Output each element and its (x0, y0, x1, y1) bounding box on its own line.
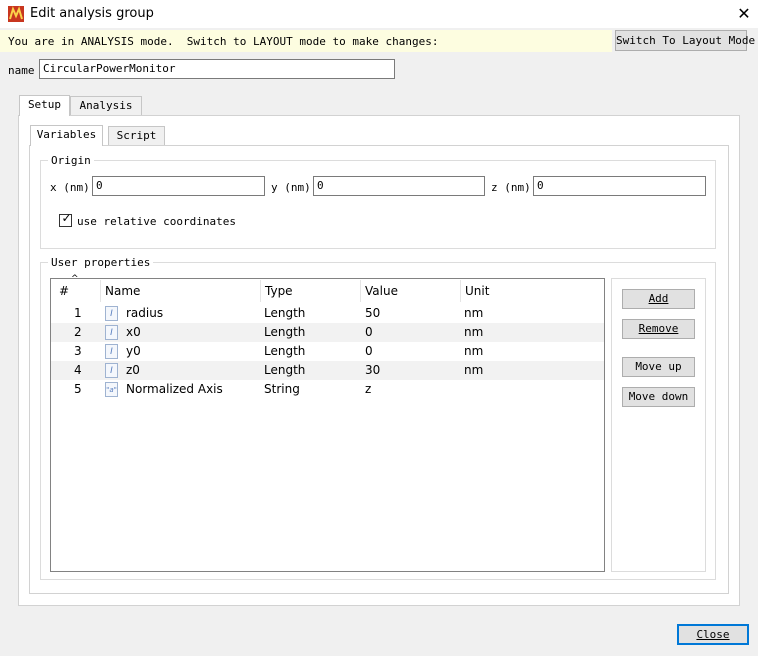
column-header-name[interactable]: Name (105, 284, 140, 298)
row-unit[interactable]: nm (464, 304, 483, 323)
column-divider[interactable] (100, 280, 101, 302)
column-divider[interactable] (460, 280, 461, 302)
row-unit[interactable]: nm (464, 342, 483, 361)
name-input[interactable]: CircularPowerMonitor (39, 59, 395, 79)
tab-setup[interactable]: Setup (19, 95, 70, 116)
switch-to-layout-button[interactable]: Switch To Layout Mode (615, 30, 755, 51)
origin-group-title: Origin (48, 154, 94, 167)
tab-script[interactable]: Script (108, 126, 165, 145)
row-value[interactable]: z (365, 380, 371, 399)
row-value[interactable]: 0 (365, 323, 373, 342)
name-label: name (8, 64, 35, 77)
close-button[interactable]: Close (677, 624, 749, 645)
z-label: z (nm) (491, 181, 531, 194)
tab-analysis[interactable]: Analysis (70, 96, 142, 115)
column-header-unit[interactable]: Unit (465, 284, 489, 298)
row-name[interactable]: radius (126, 304, 163, 323)
y-input[interactable]: 0 (313, 176, 485, 196)
column-header-type[interactable]: Type (265, 284, 293, 298)
row-type[interactable]: Length (264, 323, 305, 342)
row-name[interactable]: z0 (126, 361, 140, 380)
mode-banner-text: You are in ANALYSIS mode. Switch to LAYO… (8, 35, 439, 48)
close-icon[interactable]: ✕ (735, 4, 753, 24)
column-header-value[interactable]: Value (365, 284, 398, 298)
user-properties-title: User properties (48, 256, 154, 269)
row-type[interactable]: String (264, 380, 300, 399)
x-input[interactable]: 0 (92, 176, 265, 196)
row-number: 4 (74, 363, 82, 377)
row-value[interactable]: 50 (365, 304, 380, 323)
app-logo-icon (8, 6, 24, 22)
column-divider[interactable] (360, 280, 361, 302)
row-value[interactable]: 0 (365, 342, 373, 361)
add-button[interactable]: Add (622, 289, 695, 309)
move-down-button[interactable]: Move down (622, 387, 695, 407)
row-name[interactable]: y0 (126, 342, 141, 361)
column-header-number[interactable]: # (59, 284, 69, 298)
checkmark-icon: ✓ (61, 211, 72, 225)
sort-ascending-icon[interactable]: ^ (71, 274, 79, 284)
row-unit[interactable]: nm (464, 323, 483, 342)
origin-group (40, 160, 716, 249)
property-type-icon: I (105, 344, 118, 359)
move-up-button[interactable]: Move up (622, 357, 695, 377)
remove-button-label: Remove (638, 322, 679, 335)
string-type-icon: "a" (105, 382, 118, 397)
relative-coordinates-label: use relative coordinates (77, 215, 236, 228)
row-number: 1 (74, 306, 82, 320)
row-value[interactable]: 30 (365, 361, 380, 380)
z-input[interactable]: 0 (533, 176, 706, 196)
row-name[interactable]: x0 (126, 323, 141, 342)
property-type-icon: I (105, 306, 118, 321)
row-name[interactable]: Normalized Axis (126, 380, 223, 399)
row-type[interactable]: Length (264, 304, 305, 323)
row-number: 2 (74, 325, 82, 339)
property-type-icon: I (105, 363, 118, 378)
x-label: x (nm) (50, 181, 90, 194)
close-button-label: Close (696, 628, 730, 641)
y-label: y (nm) (271, 181, 311, 194)
property-type-icon: I (105, 325, 118, 340)
column-divider[interactable] (260, 280, 261, 302)
add-button-label: Add (648, 292, 669, 305)
row-number: 3 (74, 344, 82, 358)
window-title: Edit analysis group (30, 6, 154, 21)
remove-button[interactable]: Remove (622, 319, 695, 339)
row-type[interactable]: Length (264, 361, 305, 380)
row-number: 5 (74, 382, 82, 396)
row-unit[interactable]: nm (464, 361, 483, 380)
row-type[interactable]: Length (264, 342, 305, 361)
tab-variables[interactable]: Variables (30, 125, 103, 146)
